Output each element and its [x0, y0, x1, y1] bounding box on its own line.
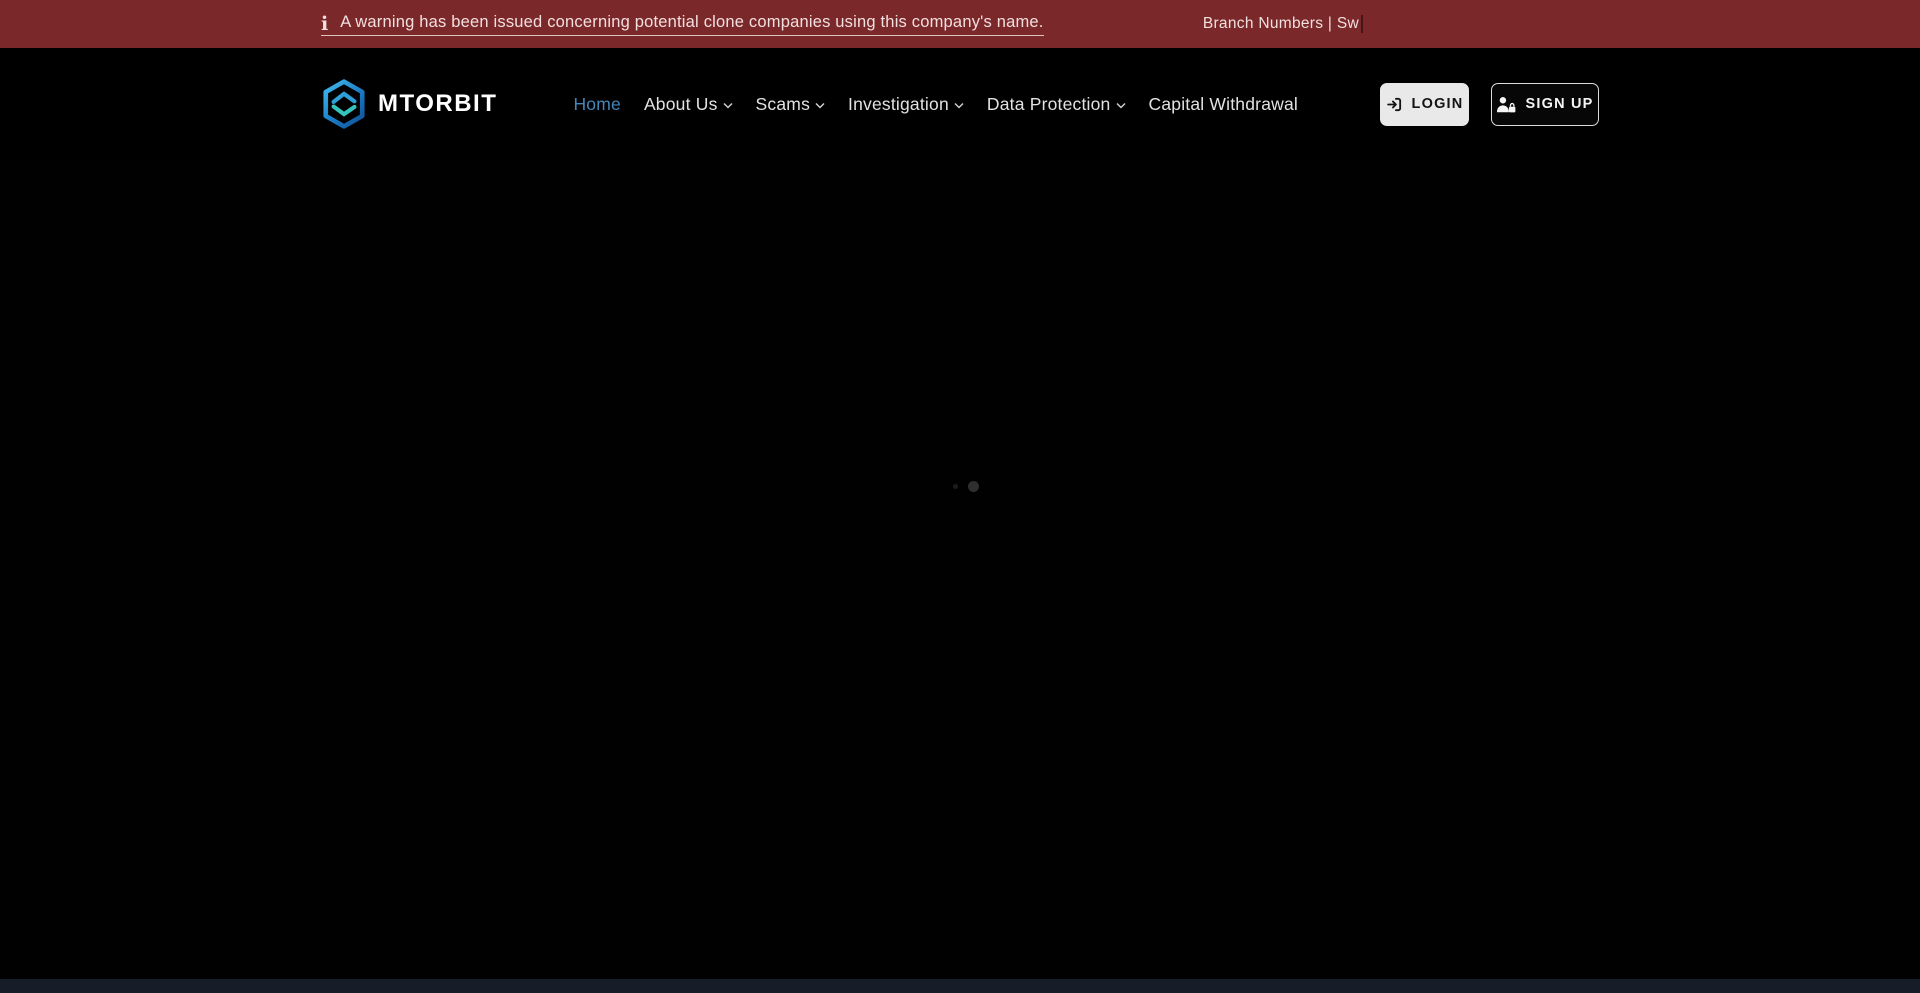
brand-logo-link[interactable]: MTORBIT	[321, 79, 497, 129]
brand-name: MTORBIT	[378, 90, 497, 118]
main-nav: Home About Us Scams Investigation	[573, 94, 1298, 115]
nav-label: Home	[573, 94, 620, 115]
sign-up-button[interactable]: SIGN UP	[1491, 83, 1599, 126]
ticker-text: Branch Numbers | Sw	[1203, 15, 1359, 33]
nav-label: Investigation	[848, 94, 949, 115]
nav-item-capital-withdrawal[interactable]: Capital Withdrawal	[1149, 94, 1299, 115]
branch-numbers-ticker: Branch Numbers | Sw	[1203, 15, 1363, 33]
warning-text: A warning has been issued concerning pot…	[340, 13, 1043, 32]
main-content-loading	[0, 160, 1920, 979]
nav-item-home[interactable]: Home	[573, 94, 620, 115]
banner-container: i A warning has been issued concerning p…	[321, 0, 1599, 48]
header-container: MTORBIT Home About Us Scams Investigatio…	[321, 79, 1599, 129]
nav-label: Data Protection	[987, 94, 1111, 115]
chevron-down-icon	[723, 102, 733, 109]
nav-item-scams[interactable]: Scams	[756, 94, 825, 115]
chevron-down-icon	[954, 102, 964, 109]
loader-dot-small	[953, 484, 958, 489]
nav-item-about-us[interactable]: About Us	[644, 94, 733, 115]
hexagon-logo-icon	[321, 79, 367, 129]
warning-banner: i A warning has been issued concerning p…	[0, 0, 1920, 48]
chevron-down-icon	[815, 102, 825, 109]
ticker-caret	[1361, 15, 1363, 33]
loading-spinner	[953, 480, 979, 493]
signup-label: SIGN UP	[1525, 96, 1593, 112]
bottom-strip	[0, 979, 1920, 993]
nav-item-investigation[interactable]: Investigation	[848, 94, 964, 115]
nav-label: Capital Withdrawal	[1149, 94, 1299, 115]
nav-label: Scams	[756, 94, 810, 115]
header-actions: LOGIN SIGN UP	[1380, 83, 1599, 126]
login-button[interactable]: LOGIN	[1380, 83, 1469, 126]
nav-item-data-protection[interactable]: Data Protection	[987, 94, 1126, 115]
chevron-down-icon	[1116, 102, 1126, 109]
loader-dot-large	[968, 481, 979, 492]
info-icon: i	[321, 16, 328, 33]
clone-warning-link[interactable]: i A warning has been issued concerning p…	[321, 13, 1044, 36]
site-header: MTORBIT Home About Us Scams Investigatio…	[0, 48, 1920, 160]
sign-in-icon	[1386, 96, 1403, 113]
user-lock-icon	[1496, 96, 1516, 113]
login-label: LOGIN	[1412, 96, 1464, 112]
nav-label: About Us	[644, 94, 718, 115]
